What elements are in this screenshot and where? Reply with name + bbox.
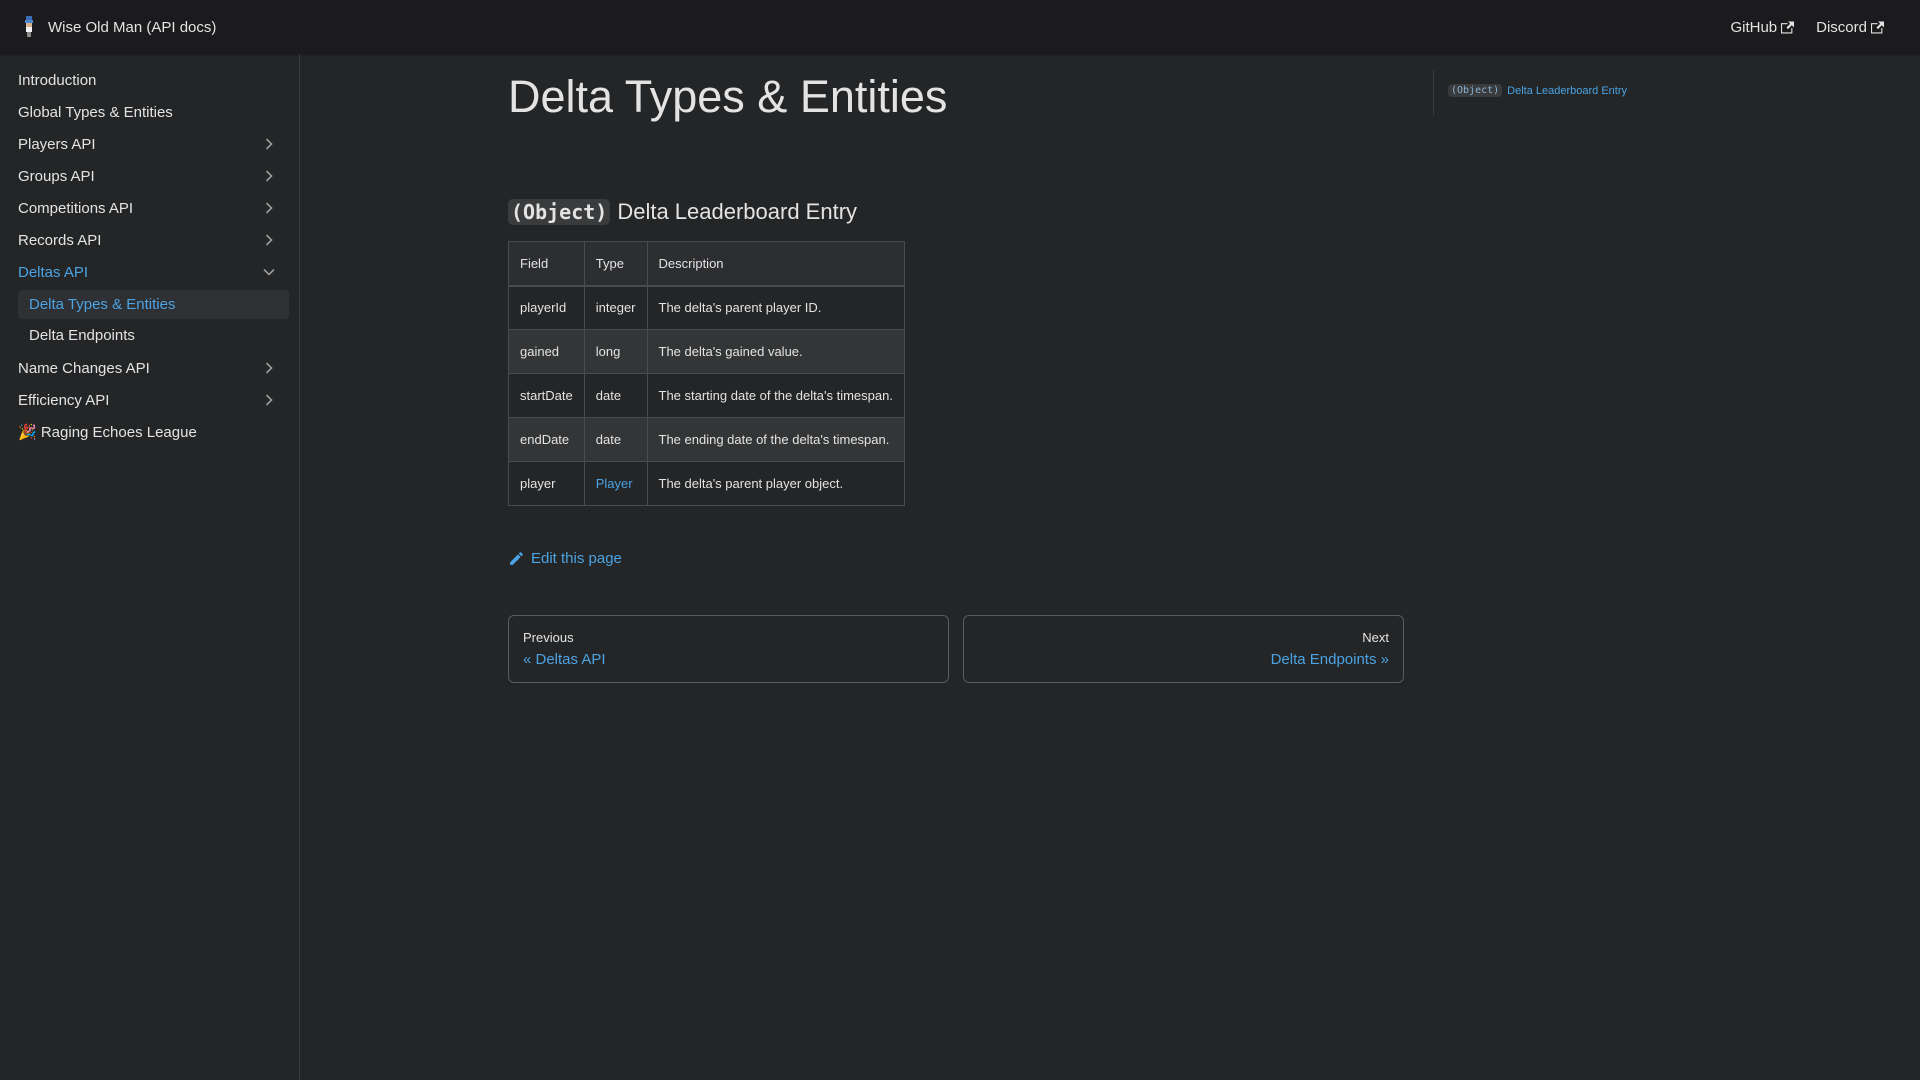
pencil-icon (510, 552, 523, 565)
field-cell: player (508, 461, 585, 506)
table-row: startDate date The starting date of the … (508, 373, 905, 418)
top-navbar: Wise Old Man (API docs) GitHub Discord (0, 0, 1920, 54)
sidebar-item-label: Efficiency API (18, 391, 110, 409)
table-row: playerId integer The delta's parent play… (508, 285, 905, 330)
field-cell: gained (508, 329, 585, 374)
edit-page-label: Edit this page (531, 550, 622, 567)
column-header-type: Type (583, 241, 648, 287)
description-cell: The ending date of the delta's timespan. (646, 417, 905, 462)
external-link-icon (1871, 21, 1884, 33)
column-header-description: Description (646, 241, 905, 287)
github-link[interactable]: GitHub (1730, 18, 1795, 36)
column-header-field: Field (508, 241, 585, 287)
sidebar-item-raging-echoes-league[interactable]: 🎉 Raging Echoes League (8, 416, 289, 448)
object-type-chip: (Object) (508, 199, 611, 225)
sidebar-item-label: Delta Endpoints (29, 327, 135, 344)
main-content: Delta Types & Entities (Object) Delta Le… (508, 54, 1404, 683)
player-type-link[interactable]: Player (596, 476, 633, 491)
next-sublabel: Next (1362, 630, 1389, 645)
sidebar-item-deltas-api[interactable]: Deltas API (8, 256, 289, 288)
sidebar-item-label: Groups API (18, 167, 95, 185)
external-link-icon (1781, 21, 1795, 33)
next-label: Delta Endpoints » (1270, 651, 1389, 668)
doc-pagination: Previous « Deltas API Next Delta Endpoin… (508, 615, 1404, 683)
toc-link-label: Delta Leaderboard Entry (1507, 84, 1628, 97)
sidebar-item-label: Delta Types & Entities (29, 296, 176, 313)
description-cell: The starting date of the delta's timespa… (646, 373, 905, 418)
previous-sublabel: Previous (523, 630, 574, 645)
description-cell: The delta's gained value. (646, 329, 905, 374)
sidebar-item-label: Competitions API (18, 199, 134, 217)
section-heading: (Object) Delta Leaderboard Entry (508, 199, 1404, 225)
type-cell: date (583, 417, 648, 462)
sidebar-item-records-api[interactable]: Records API (8, 224, 289, 256)
description-cell: The delta's parent player object. (646, 461, 905, 506)
sidebar: Introduction Global Types & Entities Pla… (0, 54, 300, 1080)
toc-type-chip: (Object) (1448, 84, 1503, 97)
chevron-right-icon (265, 170, 273, 182)
previous-page-button[interactable]: Previous « Deltas API (508, 615, 949, 683)
table-header-row: Field Type Description (508, 241, 905, 287)
sidebar-item-label: Global Types & Entities (18, 103, 173, 121)
chevron-right-icon (265, 394, 273, 406)
chevron-right-icon (265, 362, 273, 374)
page-title: Delta Types & Entities (508, 71, 948, 122)
sidebar-item-label: Deltas API (18, 263, 89, 281)
sidebar-item-label: 🎉 Raging Echoes League (18, 424, 197, 441)
discord-link[interactable]: Discord (1816, 19, 1884, 36)
type-cell: Player (583, 461, 648, 506)
sidebar-item-label: Records API (18, 231, 102, 249)
sidebar-item-global-types[interactable]: Global Types & Entities (8, 96, 289, 128)
chevron-down-icon (263, 268, 275, 276)
table-row: player Player The delta's parent player … (508, 461, 905, 506)
sidebar-item-efficiency-api[interactable]: Efficiency API (8, 384, 289, 416)
sidebar-item-name-changes-api[interactable]: Name Changes API (8, 352, 289, 384)
chevron-right-icon (265, 138, 273, 150)
type-cell: date (583, 373, 648, 418)
sidebar-item-label: Players API (18, 135, 96, 153)
navbar-links: GitHub Discord (1708, 0, 1884, 54)
section-heading-label: Delta Leaderboard Entry (617, 199, 858, 224)
sidebar-item-label: Name Changes API (18, 359, 150, 377)
sidebar-item-players-api[interactable]: Players API (8, 128, 289, 160)
table-row: endDate date The ending date of the delt… (508, 417, 905, 462)
description-cell: The delta's parent player ID. (646, 285, 905, 330)
next-page-button[interactable]: Next Delta Endpoints » (963, 615, 1404, 683)
edit-page-link[interactable]: Edit this page (508, 550, 1404, 567)
brand-title: Wise Old Man (API docs) (48, 18, 217, 36)
sidebar-item-label: Introduction (18, 71, 97, 89)
previous-label: « Deltas API (523, 651, 606, 668)
github-link-label: GitHub (1730, 18, 1778, 36)
type-cell: long (583, 329, 648, 374)
type-cell: integer (583, 285, 648, 330)
toc-link-delta-leaderboard-entry[interactable]: (Object) Delta Leaderboard Entry (1448, 84, 1627, 97)
sidebar-item-groups-api[interactable]: Groups API (8, 160, 289, 192)
table-row: gained long The delta's gained value. (508, 329, 905, 374)
fields-table: Field Type Description playerId integer … (508, 241, 905, 506)
brand-link[interactable]: Wise Old Man (API docs) (22, 16, 216, 38)
sidebar-item-introduction[interactable]: Introduction (8, 64, 289, 96)
sidebar-item-competitions-api[interactable]: Competitions API (8, 192, 289, 224)
chevron-right-icon (265, 202, 273, 214)
chevron-right-icon (265, 234, 273, 246)
field-cell: playerId (508, 285, 585, 330)
discord-link-label: Discord (1816, 18, 1867, 36)
wise-old-man-logo-icon (22, 16, 36, 38)
sidebar-item-delta-types[interactable]: Delta Types & Entities (18, 290, 289, 319)
field-cell: startDate (508, 373, 585, 418)
sidebar-item-delta-endpoints[interactable]: Delta Endpoints (18, 321, 289, 350)
table-of-contents: (Object) Delta Leaderboard Entry (1433, 70, 1627, 116)
field-cell: endDate (508, 417, 585, 462)
